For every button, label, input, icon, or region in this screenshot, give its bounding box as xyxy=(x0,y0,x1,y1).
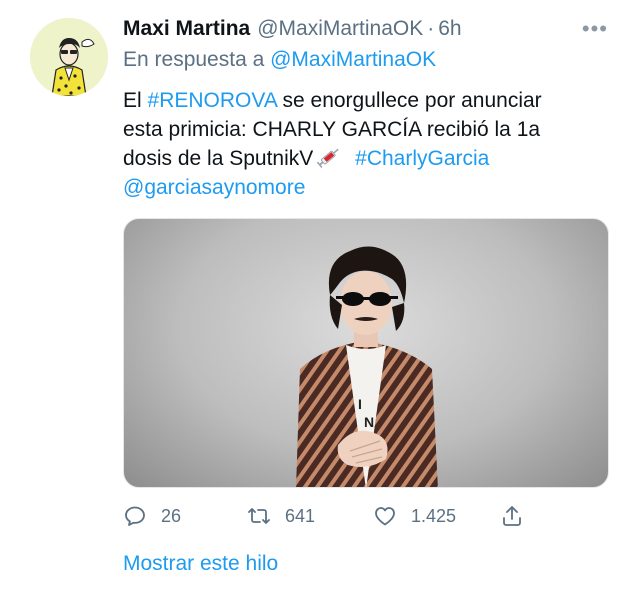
tweet-text: El #RENOROVA se enorgullece por anunciar… xyxy=(123,86,623,202)
mention-garciasaynomore[interactable]: @garciasaynomore xyxy=(123,176,305,199)
reply-icon xyxy=(125,506,145,526)
retweet-button[interactable]: 641 xyxy=(247,500,315,532)
tweet-text-line-1: El #RENOROVA se enorgullece por anunciar xyxy=(123,86,623,115)
text-segment: dosis de la SputnikV xyxy=(123,147,314,170)
tweet-actions: 26 641 1.425 xyxy=(123,500,543,532)
show-thread-link[interactable]: Mostrar este hilo xyxy=(123,552,278,576)
separator-dot: · xyxy=(427,17,435,40)
reply-mention-link[interactable]: @MaxiMartinaOK xyxy=(270,48,436,71)
reply-context: En respuesta a @MaxiMartinaOK xyxy=(123,48,436,72)
hashtag-renorova[interactable]: #RENOROVA xyxy=(148,89,277,112)
tweet-time[interactable]: 6h xyxy=(438,17,461,41)
reply-prefix: En respuesta a xyxy=(123,48,265,71)
tweet-header: Maxi Martina @MaxiMartinaOK · 6h xyxy=(123,17,462,47)
hashtag-charlygarcia[interactable]: #CharlyGarcia xyxy=(355,147,489,170)
tweet-text-line-3: dosis de la SputnikV #CharlyGarcia xyxy=(123,144,623,173)
like-button[interactable]: 1.425 xyxy=(373,500,456,532)
tweet-text-line-2: esta primicia: CHARLY GARCÍA recibió la … xyxy=(123,118,541,141)
reply-button[interactable]: 26 xyxy=(123,500,181,532)
share-icon xyxy=(503,506,521,526)
text-segment: se enorgullece por anunciar xyxy=(276,89,542,112)
text-segment: El xyxy=(123,89,148,112)
avatar-illustration xyxy=(30,18,108,96)
retweet-count: 641 xyxy=(285,505,316,526)
share-button[interactable] xyxy=(500,500,524,532)
more-icon[interactable]: ••• xyxy=(582,18,608,40)
avatar[interactable] xyxy=(30,18,108,96)
tweet-card[interactable]: Maxi Martina @MaxiMartinaOK · 6h ••• En … xyxy=(0,0,640,591)
author-name[interactable]: Maxi Martina xyxy=(123,17,250,41)
tweet-text-line-4: @garciasaynomore xyxy=(123,173,623,202)
tweet-media-image[interactable]: I N xyxy=(123,218,609,488)
syringe-emoji xyxy=(317,148,340,169)
author-handle[interactable]: @MaxiMartinaOK xyxy=(257,17,423,41)
svg-text:I: I xyxy=(358,396,362,412)
photo-of-man-with-sunglasses: I N xyxy=(296,246,438,487)
heart-icon xyxy=(375,507,395,526)
like-count: 1.425 xyxy=(411,505,457,526)
reply-count: 26 xyxy=(161,505,182,526)
retweet-icon xyxy=(248,508,270,524)
svg-text:N: N xyxy=(364,414,374,430)
